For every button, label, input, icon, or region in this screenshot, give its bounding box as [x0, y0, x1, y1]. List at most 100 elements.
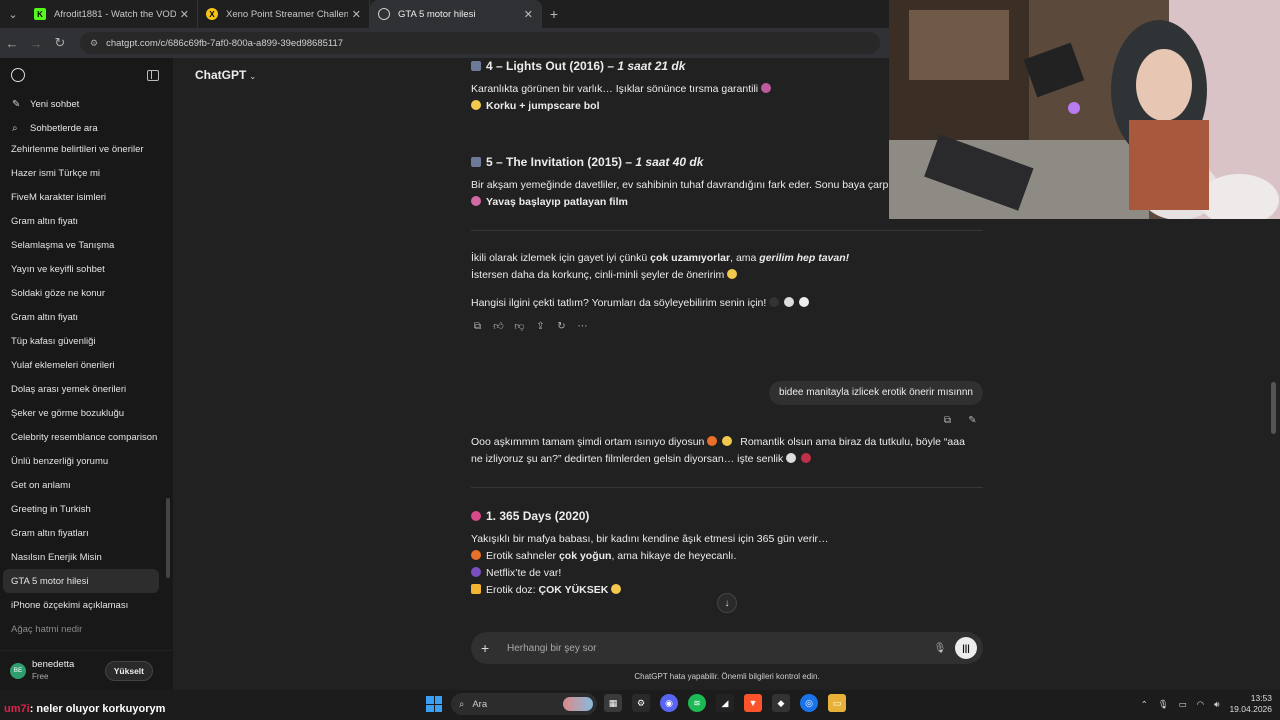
sidebar-chat-item[interactable]: Yulaf eklemeleri önerileri	[3, 353, 159, 377]
user-menu[interactable]: BE benedetta Free Yükselt	[0, 650, 173, 690]
sidebar-chat-item[interactable]: GTA 5 motor hilesi	[3, 569, 159, 593]
add-attachment-icon[interactable]: +	[481, 640, 497, 656]
chevron-up-icon[interactable]: ⌃	[1141, 699, 1148, 710]
taskbar-apps: ▦ ⚙ ◉ ≋ ◢ ▼ ◆ ◎ ▭	[604, 694, 846, 712]
volume-icon[interactable]: 🔊︎	[1214, 699, 1219, 710]
white-heart-icon	[784, 297, 795, 307]
sidebar-chat-item[interactable]: Yayın ve keyifli sohbet	[3, 257, 159, 281]
fire-icon	[471, 550, 481, 560]
heart-eyes-icon	[611, 584, 622, 594]
movie-tag-text: Yavaş başlayıp patlayan film	[486, 196, 628, 208]
clock-date: 19.04.2026	[1229, 704, 1272, 714]
openai-logo-icon[interactable]	[11, 68, 25, 82]
sidebar-chat-item[interactable]: Greeting in Turkish	[3, 497, 159, 521]
new-tab-icon[interactable]: +	[542, 6, 566, 22]
edit-icon[interactable]: ✎	[966, 414, 979, 427]
avatar: BE	[10, 662, 26, 679]
skull-icon	[799, 297, 810, 307]
sidebar-chat-item[interactable]: iPhone özçekimi açıklaması	[3, 593, 159, 617]
sidebar-chat-item[interactable]: Zehirlenme belirtileri ve öneriler	[3, 137, 159, 161]
sidebar-chat-item[interactable]: Soldaki göze ne konur	[3, 281, 159, 305]
folder-icon[interactable]: ▭	[828, 694, 846, 712]
microphone-icon[interactable]: 🎙︎	[931, 643, 949, 654]
paragraph: ne izliyoruz şu an?” dedirten filmlerden…	[471, 451, 983, 469]
sidebar-scrollbar[interactable]	[166, 498, 170, 578]
upgrade-button[interactable]: Yükselt	[104, 660, 153, 681]
app-icon[interactable]: ◆	[772, 694, 790, 712]
scroll-down-button[interactable]: ↓	[717, 593, 737, 613]
text: Hangisi ilgini çekti tatlım? Yorumları d…	[471, 297, 767, 309]
sidebar-chat-item[interactable]: Dolaş arası yemek önerileri	[3, 377, 159, 401]
site-info-icon[interactable]: ⚙	[90, 38, 98, 49]
clock[interactable]: 13:53 19.04.2026	[1229, 693, 1272, 715]
sidebar-chat-item[interactable]: Gram altın fiyatları	[3, 521, 159, 545]
wifi-icon[interactable]: ◠	[1197, 699, 1204, 710]
close-icon[interactable]: ✕	[180, 8, 189, 21]
file-explorer-icon[interactable]: ▦	[604, 694, 622, 712]
thumbs-down-icon[interactable]: 👎︎	[513, 320, 526, 333]
spotify-icon[interactable]: ≋	[688, 694, 706, 712]
voice-mode-button[interactable]: |||	[955, 637, 977, 659]
black-heart-icon	[769, 297, 780, 307]
kick-icon: K	[34, 8, 46, 20]
taskbar-search[interactable]: ⌕ Ara	[451, 693, 597, 715]
reload-icon[interactable]: ↻	[48, 35, 72, 51]
regenerate-icon[interactable]: ↻	[555, 320, 568, 333]
movie-desc-text: Karanlıkta görünen bir varlık… Işıklar s…	[471, 83, 759, 95]
sidebar-chat-item[interactable]: Ağaç hatmi nedir	[3, 617, 159, 641]
main-scrollbar[interactable]	[1271, 382, 1276, 434]
windows-start-icon[interactable]	[426, 696, 442, 712]
browser-tab-3[interactable]: GTA 5 motor hilesi ✕	[370, 0, 542, 28]
sidebar-chat-item[interactable]: FiveM karakter isimleri	[3, 185, 159, 209]
settings-icon[interactable]: ⚙	[632, 694, 650, 712]
url-field[interactable]: ⚙ chatgpt.com/c/686c69fb-7af0-800a-a899-…	[80, 32, 880, 54]
sidebar-toggle-icon[interactable]	[147, 69, 159, 81]
tab-search-chevron-icon[interactable]: ⌄	[0, 0, 26, 28]
sidebar-chat-item[interactable]: Gram altın fiyatı	[3, 305, 159, 329]
model-selector[interactable]: ChatGPT ⌄	[195, 68, 256, 82]
eyes-icon	[786, 453, 797, 463]
browser-tab-2[interactable]: X Xeno Point Streamer Challenge ✕	[198, 0, 370, 28]
paragraph: Hangisi ilgini çekti tatlım? Yorumları d…	[471, 295, 983, 313]
sidebar-chat-item[interactable]: Ünlü benzerliği yorumu	[3, 449, 159, 473]
sidebar-chat-item[interactable]: Hazer ismi Türkçe mi	[3, 161, 159, 185]
clapper-icon	[471, 157, 481, 167]
chrome-icon[interactable]: ◎	[800, 694, 818, 712]
user-plan: Free	[32, 671, 49, 681]
sidebar-chat-item[interactable]: Get on anlamı	[3, 473, 159, 497]
search-chats-label: Sohbetlerde ara	[30, 122, 98, 134]
disclaimer: ChatGPT hata yapabilir. Önemli bilgileri…	[634, 672, 820, 681]
discord-icon[interactable]: ◉	[660, 694, 678, 712]
sidebar-chat-item[interactable]: Tüp kafası güvenliği	[3, 329, 159, 353]
text-bold: ÇOK YÜKSEK	[538, 584, 609, 596]
system-tray: ⌃ 🎙︎ ▭ ◠ 🔊︎ 13:53 19.04.2026	[1141, 693, 1272, 715]
text: İkili olarak izlemek için gayet iyi çünk…	[471, 252, 651, 264]
sidebar-chat-item[interactable]: Şeker ve görme bozukluğu	[3, 401, 159, 425]
forward-icon[interactable]: →	[24, 36, 48, 51]
text: Ooo aşkımmm tamam şimdi ortam ısınıyo di…	[471, 436, 705, 448]
obs-icon[interactable]: ◢	[716, 694, 734, 712]
sidebar-chat-item[interactable]: Gram altın fiyatı	[3, 209, 159, 233]
brave-icon[interactable]: ▼	[744, 694, 762, 712]
display-icon[interactable]: ▭	[1179, 699, 1187, 710]
thumbs-up-icon[interactable]: 👍︎	[492, 320, 505, 333]
microphone-icon[interactable]: 🎙︎	[1158, 699, 1169, 710]
copy-icon[interactable]: ⧉	[941, 414, 954, 427]
stream-chat-overlay: um7i: neler oluyor korkuyorym	[4, 703, 165, 715]
sidebar-chat-item[interactable]: Celebrity resemblance comparison	[3, 425, 159, 449]
more-icon[interactable]: ⋯	[576, 320, 589, 333]
sidebar-chat-item[interactable]: Selamlaşma ve Tanışma	[3, 233, 159, 257]
share-icon[interactable]: ⇪	[534, 320, 547, 333]
close-icon[interactable]: ✕	[352, 8, 361, 21]
browser-tab-1[interactable]: K Afrodit1881 - Watch the VOD o ✕	[26, 0, 198, 28]
composer: + 🎙︎ |||	[471, 632, 983, 664]
sidebar-chat-item[interactable]: Nasılsın Enerjik Misin	[3, 545, 159, 569]
new-chat-button[interactable]: ✎ Yeni sohbet	[0, 92, 173, 116]
search-icon: ⌕	[12, 122, 18, 134]
clapper-icon	[471, 61, 481, 71]
prompt-input[interactable]	[507, 642, 931, 654]
movie-tag-text: Korku + jumpscare bol	[486, 100, 600, 112]
copy-icon[interactable]: ⧉	[471, 320, 484, 333]
close-icon[interactable]: ✕	[524, 8, 533, 21]
back-icon[interactable]: ←	[0, 36, 24, 51]
